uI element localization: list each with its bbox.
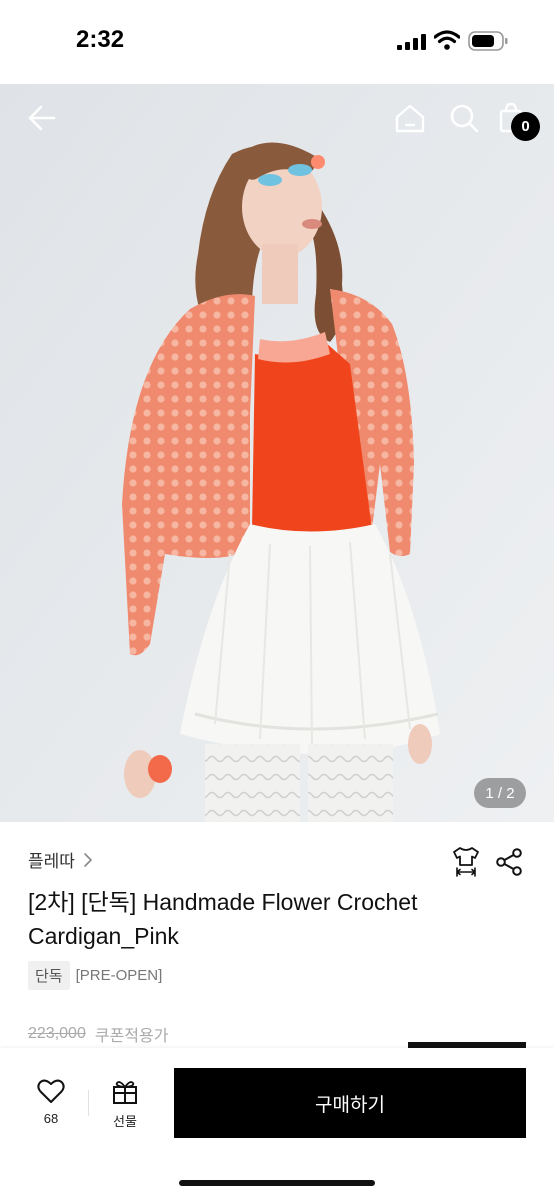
chevron-right-icon: [84, 852, 92, 867]
product-title: [2차] [단독] Handmade Flower Crochet Cardig…: [28, 889, 418, 949]
like-count: 68: [43, 1111, 59, 1126]
gift-icon: [113, 1081, 137, 1104]
home-icon[interactable]: [392, 100, 428, 136]
home-indicator: [179, 1180, 375, 1186]
heart-icon: [37, 1079, 65, 1103]
status-time: 2:32: [76, 26, 125, 53]
buy-button[interactable]: 구매하기: [174, 1068, 526, 1138]
arrow-left-icon[interactable]: [24, 100, 60, 136]
cart-count-badge: 0: [511, 112, 540, 141]
divider: [88, 1090, 89, 1116]
image-counter: 1 / 2: [474, 778, 526, 808]
battery-icon: [468, 31, 508, 51]
search-icon[interactable]: [446, 100, 482, 136]
product-photo: [0, 84, 554, 822]
brand-name: 플레따: [28, 852, 75, 871]
coupon-price-label: 쿠폰적용가: [94, 1028, 169, 1045]
exclusive-tag: 단독: [28, 961, 70, 990]
product-image-gallery[interactable]: 0 1 / 2: [0, 84, 554, 822]
like-button[interactable]: 68: [30, 1078, 72, 1134]
share-icon[interactable]: [495, 847, 523, 877]
cellular-signal-icon: [397, 34, 426, 50]
product-tags: 단독 [PRE-OPEN]: [28, 961, 162, 990]
original-price: 223,000: [28, 1025, 86, 1042]
wifi-icon: [434, 30, 460, 50]
status-bar: 2:32: [0, 0, 554, 84]
gift-label: 선물: [113, 1114, 137, 1129]
gift-button[interactable]: 선물: [104, 1078, 146, 1134]
size-guide-icon[interactable]: [450, 845, 482, 877]
price-row: 223,000 쿠폰적용가: [28, 1022, 168, 1046]
preopen-tag: [PRE-OPEN]: [75, 967, 163, 984]
brand-link[interactable]: 플레따: [28, 847, 93, 872]
